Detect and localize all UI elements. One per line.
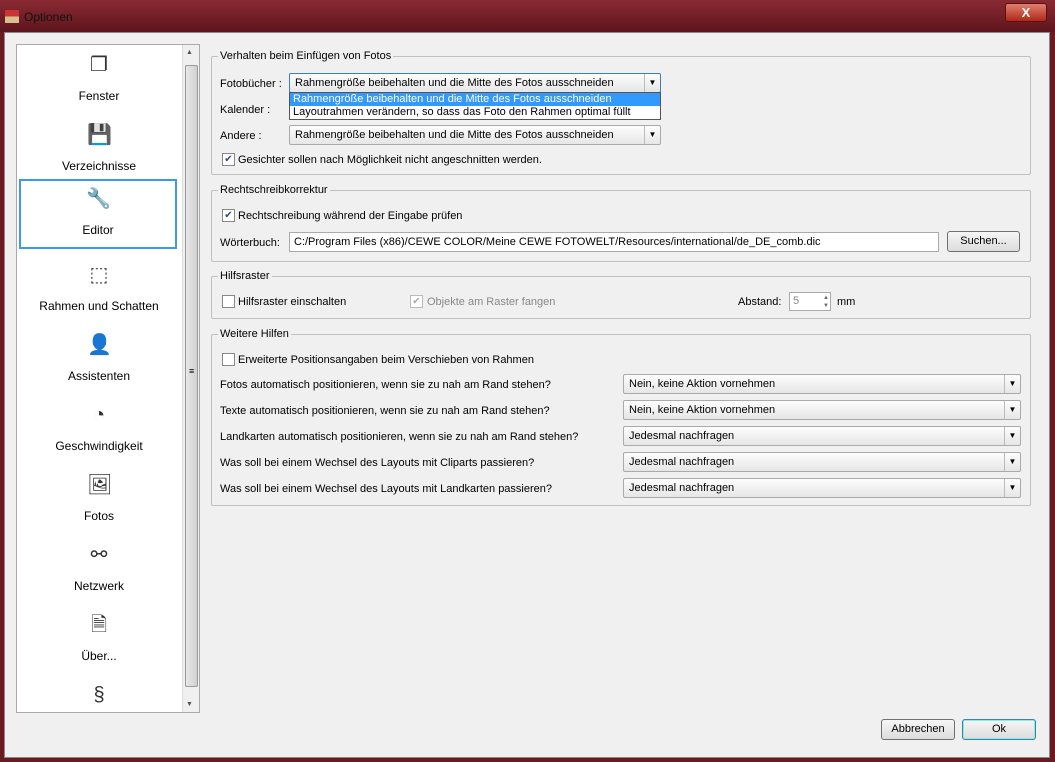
selected-value: Rahmengröße beibehalten und die Mitte de… xyxy=(295,77,614,89)
help-row-label: Was soll bei einem Wechsel des Layouts m… xyxy=(220,457,535,469)
sidebar-item-verzeichnisse[interactable]: 💾 Verzeichnisse xyxy=(17,117,181,187)
sidebar-item-label: Assistenten xyxy=(67,369,131,383)
sidebar-scrollbar[interactable]: ▲ ≡ ▼ xyxy=(182,45,199,712)
fotobuecher-label: Fotobücher : xyxy=(220,78,282,90)
search-dictionary-button[interactable]: Suchen... xyxy=(947,231,1020,252)
speedometer-icon: ◔ xyxy=(92,404,106,426)
sidebar-item-fenster[interactable]: ❐ Fenster xyxy=(17,47,181,117)
group-title: Weitere Hilfen xyxy=(220,328,289,340)
sidebar-item-geschwindigkeit[interactable]: ◔ Geschwindigkeit xyxy=(17,397,181,467)
sidebar-item-über-[interactable]: 🗎 Über... xyxy=(17,607,181,677)
scroll-down-icon[interactable]: ▼ xyxy=(186,701,193,708)
spellcheck-checkbox[interactable]: ✔ xyxy=(222,209,235,222)
help-row-label: Was soll bei einem Wechsel des Layouts m… xyxy=(220,483,553,495)
snap-checkbox[interactable]: ✔ xyxy=(410,295,423,308)
chevron-down-icon: ▼ xyxy=(644,74,660,92)
snap-label: Objekte am Raster fangen xyxy=(427,296,556,308)
selected-value: Rahmengröße beibehalten und die Mitte de… xyxy=(295,129,614,141)
help-row-label: Landkarten automatisch positionieren, we… xyxy=(220,431,579,443)
sidebar-item-editor[interactable]: 🔧 Editor xyxy=(19,179,177,249)
photos-icon: 🖼 xyxy=(87,474,113,496)
extended-position-checkbox[interactable] xyxy=(222,353,235,366)
sidebar-item-label: Über... xyxy=(81,649,117,663)
chevron-down-icon: ▼ xyxy=(1004,479,1020,497)
fotobuecher-dropdown-list: Rahmengröße beibehalten und die Mitte de… xyxy=(289,92,661,120)
group-title: Rechtschreibkorrektur xyxy=(220,184,328,196)
legal-document-icon: § xyxy=(93,684,105,706)
grip-icon: ≡ xyxy=(189,366,195,376)
sidebar-item-rahmen-und-schatten[interactable]: ⬚ Rahmen und Schatten xyxy=(17,257,181,327)
window-title: Optionen xyxy=(24,10,73,24)
dictionary-path-input[interactable]: C:/Program Files (x86)/CEWE COLOR/Meine … xyxy=(289,232,939,252)
title-bar: Optionen X xyxy=(0,0,1055,32)
sidebar-item-netzwerk[interactable]: ⚯ Netzwerk xyxy=(17,537,181,607)
selected-value: Nein, keine Aktion vornehmen xyxy=(629,378,776,390)
sidebar-item-label: Rahmen und Schatten xyxy=(39,299,159,313)
help-row-select[interactable]: Jedesmal nachfragen ▼ xyxy=(623,426,1021,446)
close-button[interactable]: X xyxy=(1005,3,1047,22)
help-row-label: Texte automatisch positionieren, wenn si… xyxy=(220,405,550,417)
sidebar-item-label: Netzwerk xyxy=(73,579,124,593)
spacing-unit: mm xyxy=(837,296,856,308)
andere-select[interactable]: Rahmengröße beibehalten und die Mitte de… xyxy=(289,125,661,145)
fotobuecher-select[interactable]: Rahmengröße beibehalten und die Mitte de… xyxy=(289,73,661,93)
chevron-down-icon: ▼ xyxy=(644,126,660,144)
help-row-select[interactable]: Nein, keine Aktion vornehmen ▼ xyxy=(623,400,1021,420)
sidebar-item-label: Geschwindigkeit xyxy=(55,439,143,453)
frame-icon: ⬚ xyxy=(89,264,109,286)
spin-arrows-icon[interactable]: ▲ ▼ xyxy=(823,294,829,310)
andere-label: Andere : xyxy=(220,130,262,142)
extended-position-label: Erweiterte Positionsangaben beim Verschi… xyxy=(238,354,534,366)
chevron-down-icon: ▼ xyxy=(1004,427,1020,445)
grid-group: Hilfsraster xyxy=(211,270,1031,319)
scroll-up-icon[interactable]: ▲ xyxy=(186,49,193,56)
chevron-down-icon: ▼ xyxy=(1004,401,1020,419)
grid-enable-checkbox[interactable] xyxy=(222,295,235,308)
chevron-down-icon: ▼ xyxy=(1004,453,1020,471)
kalender-label: Kalender : xyxy=(220,104,271,116)
sidebar-item-label: Fenster xyxy=(78,89,120,103)
selected-value: Jedesmal nachfragen xyxy=(629,482,735,494)
spellcheck-label: Rechtschreibung während der Eingabe prüf… xyxy=(238,210,463,222)
help-row-select[interactable]: Nein, keine Aktion vornehmen ▼ xyxy=(623,374,1021,394)
help-row-label: Fotos automatisch positionieren, wenn si… xyxy=(220,379,551,391)
sidebar-item-fotos[interactable]: 🖼 Fotos xyxy=(17,467,181,537)
app-icon xyxy=(5,10,19,23)
info-document-icon: 🗎 xyxy=(90,614,108,636)
group-title: Verhalten beim Einfügen von Fotos xyxy=(220,50,392,62)
dropdown-option[interactable]: Rahmengröße beibehalten und die Mitte de… xyxy=(290,93,660,106)
sidebar-item-label: Editor xyxy=(82,223,114,237)
grid-enable-label: Hilfsraster einschalten xyxy=(238,296,347,308)
sidebar-item-legal[interactable]: § xyxy=(17,677,181,747)
wrench-icon: 🔧 xyxy=(86,188,111,210)
group-title: Hilfsraster xyxy=(220,270,270,282)
spacing-value: 5 xyxy=(793,295,800,307)
floppy-disk-icon: 💾 xyxy=(87,124,112,146)
cancel-button[interactable]: Abbrechen xyxy=(881,719,955,740)
options-dialog: ▲ ≡ ▼ ❐ Fenster 💾 Verzeichnisse 🔧 Editor ⬚ Rahm… xyxy=(4,32,1050,758)
dictionary-label: Wörterbuch: xyxy=(220,237,280,249)
help-row-select[interactable]: Jedesmal nachfragen ▼ xyxy=(623,452,1021,472)
spacing-label: Abstand: xyxy=(738,296,782,308)
sidebar-item-label: Fotos xyxy=(83,509,114,523)
faces-checkbox[interactable]: ✔ xyxy=(222,153,235,166)
assistant-avatar-icon: 👤 xyxy=(87,334,112,356)
selected-value: Jedesmal nachfragen xyxy=(629,456,735,468)
help-row-select[interactable]: Jedesmal nachfragen ▼ xyxy=(623,478,1021,498)
sidebar-item-label: Verzeichnisse xyxy=(61,159,137,173)
chevron-down-icon: ▼ xyxy=(1004,375,1020,393)
window-icon: ❐ xyxy=(90,54,108,76)
sidebar-item-assistenten[interactable]: 👤 Assistenten xyxy=(17,327,181,397)
selected-value: Jedesmal nachfragen xyxy=(629,430,735,442)
faces-label: Gesichter sollen nach Möglichkeit nicht … xyxy=(238,154,542,166)
category-sidebar: ▲ ≡ ▼ ❐ Fenster 💾 Verzeichnisse 🔧 Editor ⬚ Rahm… xyxy=(16,44,200,713)
scrollbar-thumb[interactable]: ≡ xyxy=(185,65,198,687)
spacing-spinner[interactable]: 5 ▲ ▼ xyxy=(789,292,831,311)
selected-value: Nein, keine Aktion vornehmen xyxy=(629,404,776,416)
dropdown-option[interactable]: Layoutrahmen verändern, so dass das Foto… xyxy=(290,106,660,119)
network-icon: ⚯ xyxy=(90,544,108,566)
ok-button[interactable]: Ok xyxy=(962,719,1036,740)
